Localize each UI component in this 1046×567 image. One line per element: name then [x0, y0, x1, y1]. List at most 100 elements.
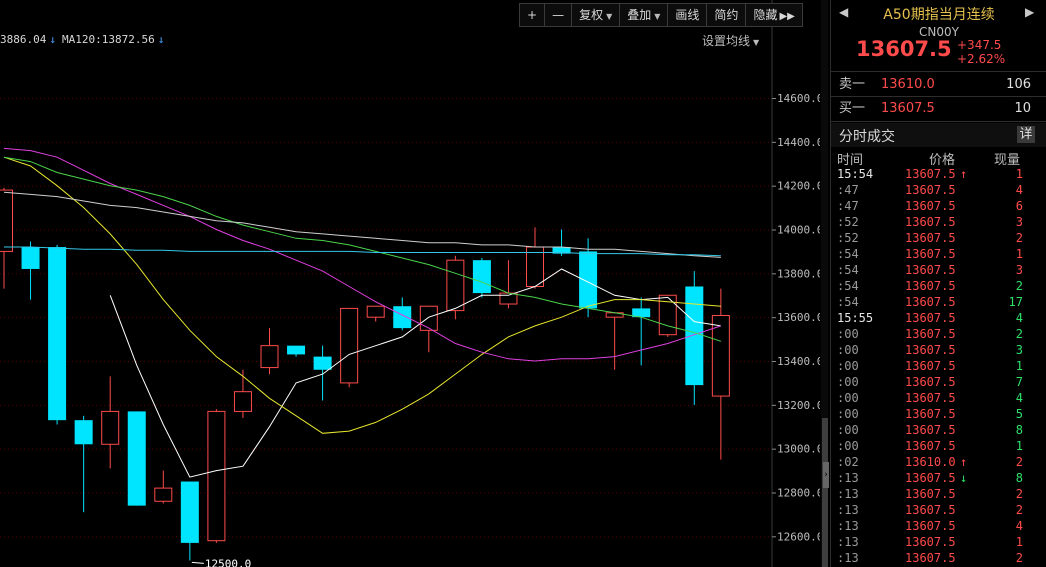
tick-price: 13610.0 — [905, 455, 956, 469]
up-arrow-icon: ↑ — [960, 167, 968, 181]
zoom-out-button[interactable]: — — [545, 4, 573, 26]
tick-price: 13607.5 — [905, 391, 956, 405]
chart-toolbar: + — 复权 ▼ 叠加 ▼ 画线 简约 隐藏 ▶▶ — [519, 3, 803, 27]
adjust-rights-dropdown[interactable]: 复权 ▼ — [572, 4, 621, 26]
candle-body-up — [207, 410, 226, 542]
candle-body-up — [366, 305, 385, 318]
tick-time: :13 — [837, 471, 859, 485]
tick-price: 13607.5 — [905, 167, 956, 181]
chevron-down-icon: ▼ — [606, 12, 613, 21]
tick-list[interactable]: 15:54 13607.5 ↑ 1:47 13607.5 4:47 13607.5 6:52 1… — [831, 166, 1046, 566]
tick-time: :00 — [837, 327, 859, 341]
hide-button[interactable]: 隐藏 ▶▶ — [746, 4, 801, 26]
last-price: 13607.5 — [856, 37, 952, 61]
zoom-in-button[interactable]: + — [520, 4, 546, 26]
y-tick-label: 13800.0 — [777, 267, 820, 280]
tick-row: :13 13607.5 ↓ 8 — [831, 470, 1046, 486]
kline-chart-area[interactable]: 14600.0 14400.0 14200.0 14000.0 13800.0 13600… — [0, 0, 829, 567]
tick-volume: 4 — [1015, 519, 1023, 533]
chevron-down-icon: ▼ — [753, 38, 760, 47]
next-symbol-arrow-icon[interactable]: ▶ — [1025, 5, 1034, 19]
ma-settings-button[interactable]: 设置均线 ▼ — [702, 32, 759, 49]
overlay-dropdown[interactable]: 叠加 ▼ — [620, 4, 669, 26]
tick-time: :00 — [837, 439, 859, 453]
tick-row: :00 13607.5 3 — [831, 342, 1046, 358]
adjust-rights-label: 复权 — [579, 8, 604, 22]
simple-mode-button[interactable]: 简约 — [707, 4, 747, 26]
tick-time: :13 — [837, 487, 859, 501]
tick-volume: 6 — [1015, 199, 1023, 213]
tick-volume: 2 — [1015, 455, 1023, 469]
y-tick-label: 13400.0 — [777, 355, 820, 368]
tick-row: :13 13607.5 2 — [831, 550, 1046, 566]
tick-price: 13607.5 — [905, 423, 956, 437]
tick-volume: 8 — [1015, 423, 1023, 437]
y-tick-label: 14400.0 — [777, 136, 820, 149]
y-tick-label: 13200.0 — [777, 399, 820, 412]
ma-line-ma120 — [3, 191, 721, 258]
tick-row: :13 13607.5 2 — [831, 486, 1046, 502]
draw-line-button[interactable]: 画线 — [668, 4, 708, 26]
tick-volume: 8 — [1015, 471, 1023, 485]
bid-row: 买一 13607.5 10 — [831, 98, 1046, 120]
tick-time: :00 — [837, 423, 859, 437]
candlestick-chart[interactable]: 14600.0 14400.0 14200.0 14000.0 13800.0 13600… — [0, 0, 820, 567]
tick-volume: 2 — [1015, 503, 1023, 517]
tick-price: 13607.5 — [905, 375, 956, 389]
tick-row: :13 13607.5 1 — [831, 534, 1046, 550]
candle-body-down — [579, 251, 598, 309]
candle-body-up — [499, 292, 518, 305]
candle-body-down — [393, 306, 412, 329]
divider — [831, 121, 1046, 122]
detail-button[interactable]: 详 — [1017, 126, 1035, 143]
simple-mode-label: 简约 — [714, 8, 739, 22]
tick-price: 13607.5 — [905, 343, 956, 357]
tick-time: 15:55 — [837, 311, 874, 325]
tick-row: :00 13607.5 1 — [831, 358, 1046, 374]
tick-volume: 5 — [1015, 407, 1023, 421]
tick-price: 13607.5 — [905, 231, 956, 245]
tick-time: :00 — [837, 407, 859, 421]
tick-price: 13607.5 — [905, 359, 956, 373]
zoom-out-label: — — [552, 8, 565, 22]
tick-price: 13607.5 — [905, 199, 956, 213]
bid-label: 买一 — [839, 101, 866, 116]
tick-volume: 2 — [1015, 327, 1023, 341]
tick-row: :00 13607.5 8 — [831, 422, 1046, 438]
ma-legend-bar: 3886.04 ↓ MA120:13872.56 ↓ — [0, 33, 170, 46]
panel-collapse-handle[interactable]: › — [823, 462, 829, 488]
tick-row: :54 13607.5 1 — [831, 246, 1046, 262]
tick-row: :00 13607.5 4 — [831, 390, 1046, 406]
tick-row: 15:55 13607.5 4 — [831, 310, 1046, 326]
candle-body-down — [48, 247, 67, 421]
tick-price: 13607.5 — [905, 407, 956, 421]
tick-column-headers: 时间 价格 现量 — [831, 149, 1046, 168]
tick-volume: 2 — [1015, 487, 1023, 501]
ma-settings-label: 设置均线 — [702, 34, 751, 48]
tick-price: 13607.5 — [905, 311, 956, 325]
tick-price: 13607.5 — [905, 327, 956, 341]
tick-volume: 1 — [1015, 535, 1023, 549]
quote-header: ◀ A50期指当月连续 ▶ CN00Y 13607.5 +347.5 +2.62… — [831, 0, 1046, 70]
double-right-arrow-icon: ▶▶ — [779, 11, 795, 22]
candle-body-down — [21, 247, 40, 269]
ma60-down-arrow-icon: ↓ — [49, 33, 56, 46]
tick-row: 15:54 13607.5 ↑ 1 — [831, 166, 1046, 182]
ask-row: 卖一 13610.0 106 — [831, 74, 1046, 96]
candle-body-up — [419, 305, 438, 331]
candle-body-down — [472, 260, 491, 294]
tick-row: :54 13607.5 2 — [831, 278, 1046, 294]
hide-label: 隐藏 — [753, 8, 778, 22]
scrollbar-thumb[interactable] — [822, 418, 828, 567]
tick-time: :54 — [837, 295, 859, 309]
candle-body-down — [180, 481, 199, 543]
tick-row: :52 13607.5 3 — [831, 214, 1046, 230]
y-tick-label: 13000.0 — [777, 443, 820, 456]
instrument-name: A50期指当月连续 — [883, 7, 995, 23]
low-price-label: 12500.0 — [205, 557, 251, 567]
tick-volume: 1 — [1015, 167, 1023, 181]
tick-time: :54 — [837, 263, 859, 277]
y-tick-label: 14600.0 — [777, 92, 820, 105]
bid-price: 13607.5 — [881, 101, 935, 116]
tick-price: 13607.5 — [905, 279, 956, 293]
